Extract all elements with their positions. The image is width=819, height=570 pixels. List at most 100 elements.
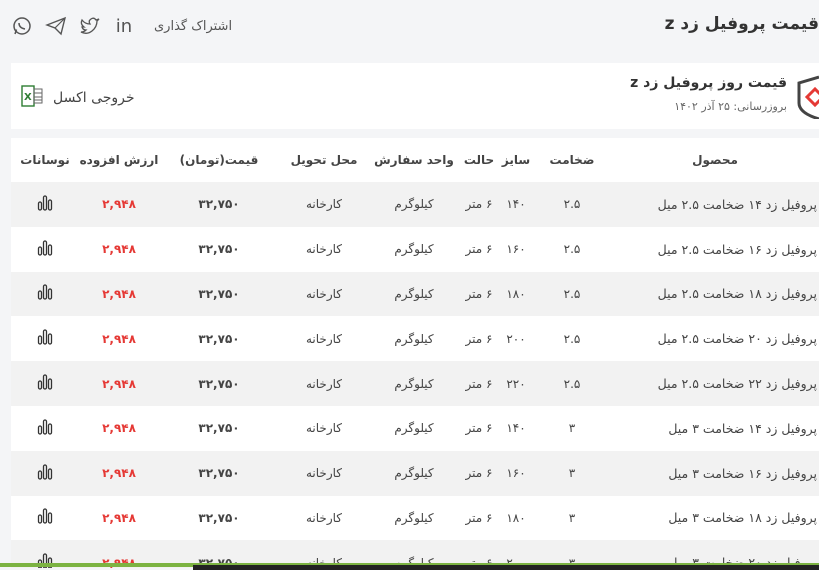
cell-price: ۳۲,۷۵۰ <box>159 361 279 406</box>
cell-state: ۶ متر <box>465 242 493 257</box>
bar-chart-icon[interactable] <box>37 329 53 348</box>
table-row[interactable]: پروفیل زد ۱۴ ضخامت ۲.۵ میل ۲.۵ ۱۴۰ ۶ متر کیل… <box>11 182 819 227</box>
cell-price: ۳۲,۷۵۰ <box>159 450 279 496</box>
svg-text:X: X <box>24 92 32 103</box>
bottom-bar <box>193 565 819 570</box>
cell-size: ۱۸۰ <box>499 271 533 317</box>
cell-thickness: ۲.۵ <box>533 271 611 317</box>
cell-thickness: ۲.۵ <box>533 182 611 227</box>
cell-price: ۳۲,۷۵۰ <box>159 182 279 227</box>
card-header: قیمت روز پروفیل زد z بروزرسانی: ۲۵ آذر ۱… <box>11 63 819 129</box>
top-bar: قیمت پروفیل زد z in اشتراک گذاری <box>0 0 819 60</box>
cell-size: ۱۴۰ <box>506 421 526 436</box>
cell-vat: ۲,۹۴۸ <box>102 331 136 346</box>
cell-size: ۲۲۰ <box>499 361 533 406</box>
twitter-icon[interactable] <box>78 14 102 38</box>
bar-chart-icon[interactable] <box>37 374 53 393</box>
cell-price: ۳۲,۷۵۰ <box>198 510 240 525</box>
cell-unit: کیلوگرم <box>369 361 459 406</box>
cell-product: پروفیل زد ۲۲ ضخامت ۲.۵ میل <box>611 361 819 406</box>
cell-vat: ۲,۹۴۸ <box>102 242 136 257</box>
cell-unit: کیلوگرم <box>369 182 459 227</box>
cell-delivery: کارخانه <box>305 242 342 257</box>
cell-delivery: کارخانه <box>279 450 369 496</box>
bar-chart-icon[interactable] <box>37 195 53 214</box>
cell-price: ۳۲,۷۵۰ <box>159 271 279 317</box>
excel-icon: X <box>21 85 43 111</box>
cell-size: ۱۶۰ <box>499 450 533 496</box>
cell-delivery: کارخانه <box>279 361 369 406</box>
header-vat: ارزش افزوده <box>79 153 159 167</box>
cell-fluctuation[interactable] <box>11 227 79 272</box>
bar-chart-icon[interactable] <box>37 419 53 438</box>
bar-chart-icon[interactable] <box>37 240 53 259</box>
header-thickness: ضخامت <box>549 153 595 167</box>
header-unit: واحد سفارش <box>374 153 454 167</box>
table-row[interactable]: پروفیل زد ۱۶ ضخامت ۳ میل ۳ ۱۶۰ ۶ متر کیلوگرم… <box>11 450 819 496</box>
cell-product: پروفیل زد ۱۴ ضخامت ۳ میل <box>668 420 817 436</box>
cell-thickness: ۳ <box>568 421 576 436</box>
cell-state: ۶ متر <box>459 450 499 496</box>
cell-delivery: کارخانه <box>279 182 369 227</box>
cell-unit: کیلوگرم <box>369 450 459 496</box>
whatsapp-icon[interactable] <box>10 14 34 38</box>
table-row[interactable]: پروفیل زد ۱۸ ضخامت ۲.۵ میل ۲.۵ ۱۸۰ ۶ متر کیل… <box>11 271 819 317</box>
cell-delivery: کارخانه <box>305 510 342 525</box>
table-row[interactable]: پروفیل زد ۱۴ ضخامت ۳ میل ۳ ۱۴۰ ۶ متر کیلوگرم… <box>11 406 819 451</box>
cell-delivery: کارخانه <box>305 331 342 346</box>
cell-fluctuation[interactable] <box>11 316 79 361</box>
cell-delivery: کارخانه <box>279 271 369 317</box>
cell-vat: ۲,۹۴۸ <box>79 361 159 406</box>
table-row[interactable]: پروفیل زد ۱۶ ضخامت ۲.۵ میل ۲.۵ ۱۶۰ ۶ متر کیل… <box>11 227 819 272</box>
telegram-icon[interactable] <box>44 14 68 38</box>
cell-product: پروفیل زد ۱۶ ضخامت ۳ میل <box>611 450 819 496</box>
card-title: قیمت روز پروفیل زد z <box>630 75 787 91</box>
cell-thickness: ۲.۵ <box>533 361 611 406</box>
header-product: محصول <box>692 153 738 167</box>
bar-chart-icon[interactable] <box>37 508 53 527</box>
cell-thickness: ۲.۵ <box>563 242 581 257</box>
cell-delivery: کارخانه <box>305 421 342 436</box>
cell-fluctuation[interactable] <box>11 406 79 451</box>
excel-export-button[interactable]: X خروجی اکسل <box>21 85 135 111</box>
cell-fluctuation[interactable] <box>11 496 79 541</box>
header-price: قیمت(تومان) <box>179 153 259 167</box>
excel-export-label: خروجی اکسل <box>53 90 135 106</box>
cell-product: پروفیل زد ۱۴ ضخامت ۲.۵ میل <box>611 182 819 227</box>
cell-price: ۳۲,۷۵۰ <box>198 421 240 436</box>
table-row[interactable]: پروفیل زد ۱۸ ضخامت ۳ میل ۳ ۱۸۰ ۶ متر کیلوگرم… <box>11 496 819 541</box>
linkedin-icon[interactable]: in <box>112 14 136 38</box>
cell-fluctuation[interactable] <box>11 361 79 406</box>
cell-vat: ۲,۹۴۸ <box>79 450 159 496</box>
header-delivery: محل تحویل <box>290 153 358 167</box>
cell-vat: ۲,۹۴۸ <box>102 510 136 525</box>
table-row[interactable]: پروفیل زد ۲۰ ضخامت ۲.۵ میل ۲.۵ ۲۰۰ ۶ متر کیل… <box>11 316 819 361</box>
cell-product: پروفیل زد ۱۸ ضخامت ۲.۵ میل <box>611 271 819 317</box>
cell-state: ۶ متر <box>459 182 499 227</box>
page-title: قیمت پروفیل زد z <box>664 14 819 34</box>
cell-unit: کیلوگرم <box>394 421 434 436</box>
cell-state: ۶ متر <box>465 510 493 525</box>
cell-fluctuation[interactable] <box>11 271 79 317</box>
last-updated: بروزرسانی: ۲۵ آذر ۱۴۰۲ <box>674 100 787 113</box>
cell-price: ۳۲,۷۵۰ <box>198 242 240 257</box>
cell-unit: کیلوگرم <box>394 331 434 346</box>
header-state: حالت <box>463 153 495 167</box>
cell-unit: کیلوگرم <box>394 510 434 525</box>
cell-product: پروفیل زد ۱۸ ضخامت ۳ میل <box>668 510 817 526</box>
cell-vat: ۲,۹۴۸ <box>102 421 136 436</box>
share-label: اشتراک گذاری <box>154 18 233 34</box>
cell-price: ۳۲,۷۵۰ <box>198 331 240 346</box>
table-row[interactable]: پروفیل زد ۲۲ ضخامت ۲.۵ میل ۲.۵ ۲۲۰ ۶ متر کیل… <box>11 361 819 406</box>
cell-product: پروفیل زد ۲۰ ضخامت ۲.۵ میل <box>657 331 817 347</box>
cell-unit: کیلوگرم <box>394 242 434 257</box>
price-table: محصول ضخامت سایز حالت واحد سفارش محل تحو… <box>11 138 819 568</box>
brand-logo-icon <box>795 73 819 121</box>
bar-chart-icon[interactable] <box>37 464 53 483</box>
cell-size: ۲۰۰ <box>506 331 526 346</box>
cell-state: ۶ متر <box>459 361 499 406</box>
cell-vat: ۲,۹۴۸ <box>79 271 159 317</box>
cell-fluctuation[interactable] <box>11 450 79 496</box>
bar-chart-icon[interactable] <box>37 284 53 303</box>
cell-fluctuation[interactable] <box>11 182 79 227</box>
